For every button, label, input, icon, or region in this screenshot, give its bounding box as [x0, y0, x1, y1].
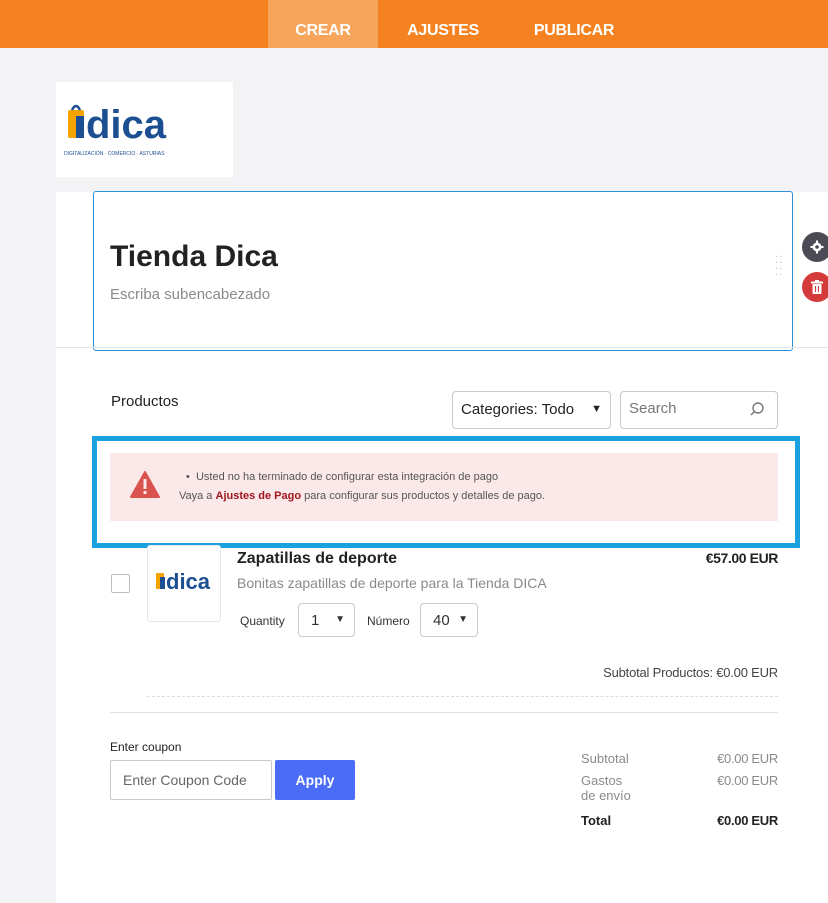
svg-text:DIGITALIZACIÓN · COMERCIO · AS: DIGITALIZACIÓN · COMERCIO · ASTURIAS	[64, 150, 165, 157]
store-logo[interactable]: dica DIGITALIZACIÓN · COMERCIO · ASTURIA…	[56, 82, 233, 177]
coupon-input[interactable]	[123, 772, 268, 788]
subtotal-value: €0.00 EUR	[717, 751, 778, 766]
subtotal-label: Subtotal	[581, 751, 629, 766]
divider	[56, 347, 828, 348]
trash-icon	[811, 280, 823, 294]
alert-line-2-prefix: Vaya a	[179, 490, 216, 502]
size-value: 40	[433, 612, 450, 629]
chevron-down-icon: ▼	[458, 614, 468, 625]
drag-handle-icon[interactable]: ⁚⁚ ⁚⁚ ⁚⁚	[775, 256, 785, 282]
divider	[147, 696, 778, 697]
search-field[interactable]	[620, 391, 778, 429]
shipping-label-line-2: de envío	[581, 788, 631, 803]
divider	[110, 712, 778, 713]
search-input[interactable]	[629, 400, 739, 417]
tab-publicar[interactable]: PUBLICAR	[523, 0, 625, 48]
products-label: Productos	[111, 393, 179, 410]
total-value: €0.00 EUR	[717, 813, 778, 828]
product-description: Bonitas zapatillas de deporte para la Ti…	[237, 575, 547, 591]
dica-logo-image: dica	[156, 569, 211, 594]
size-select[interactable]: 40 ▼	[420, 603, 478, 637]
chevron-down-icon: ▼	[591, 403, 602, 415]
product-price: €57.00 EUR	[705, 550, 779, 566]
shipping-label-line-1: Gastos	[581, 773, 623, 788]
tab-crear[interactable]: CREAR	[268, 0, 378, 48]
search-icon[interactable]	[749, 401, 765, 417]
top-nav-bar: CREAR AJUSTES PUBLICAR	[0, 0, 828, 48]
products-subtotal: Subtotal Productos: €0.00 EUR	[603, 665, 778, 680]
coupon-field[interactable]	[110, 760, 272, 800]
dica-logo-image: dica DIGITALIZACIÓN · COMERCIO · ASTURIA…	[64, 103, 167, 157]
chevron-down-icon: ▼	[335, 614, 345, 625]
quantity-value: 1	[311, 612, 320, 629]
shipping-value: €0.00 EUR	[717, 773, 778, 788]
total-label: Total	[581, 813, 612, 828]
svg-text:dica: dica	[86, 103, 167, 147]
number-label: Número	[367, 614, 410, 628]
alert-line-1: Usted no ha terminado de configurar esta…	[195, 471, 499, 483]
category-select-value: Categories: Todo	[461, 401, 575, 418]
product-checkbox[interactable]	[111, 574, 130, 593]
category-select[interactable]: Categories: Todo ▼	[452, 391, 611, 429]
payment-settings-link[interactable]: Ajustes de Pago	[216, 490, 302, 502]
quantity-label: Quantity	[240, 614, 285, 628]
warning-icon	[130, 471, 160, 498]
product-name: Zapatillas de deporte	[237, 550, 398, 567]
payment-alert: • Usted no ha terminado de configurar es…	[110, 453, 778, 521]
page-title[interactable]: Tienda Dica	[110, 240, 278, 274]
alert-instructions: Vaya a Ajustes de Pago para configurar s…	[179, 490, 545, 502]
alert-line-2-suffix: para configurar sus productos y detalles…	[301, 490, 546, 502]
tab-ajustes[interactable]: AJUSTES	[398, 0, 488, 48]
page-subtitle[interactable]: Escriba subencabezado	[110, 286, 270, 303]
delete-button[interactable]	[802, 272, 828, 302]
svg-text:dica: dica	[166, 569, 211, 594]
coupon-label: Enter coupon	[110, 740, 182, 754]
alert-message: • Usted no ha terminado de configurar es…	[186, 471, 499, 483]
apply-coupon-button[interactable]: Apply	[275, 760, 355, 800]
gear-icon	[810, 240, 824, 254]
settings-button[interactable]	[802, 232, 828, 262]
product-thumbnail: dica	[147, 545, 221, 622]
quantity-select[interactable]: 1 ▼	[298, 603, 355, 637]
